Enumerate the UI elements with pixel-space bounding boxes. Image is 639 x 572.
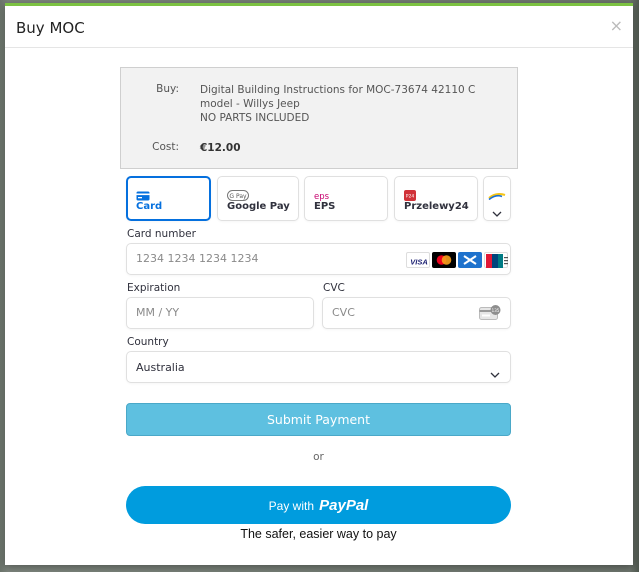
tab-card[interactable]: Card <box>126 176 211 221</box>
paypal-button[interactable]: Pay with PayPal <box>126 486 511 524</box>
cvc-card-icon: 135 <box>479 305 501 325</box>
buy-description: Digital Building Instructions for MOC-73… <box>200 83 510 125</box>
product-name: Digital Building Instructions for MOC-73… <box>200 84 476 110</box>
card-number-label: Card number <box>127 228 196 240</box>
order-summary: Buy: Digital Building Instructions for M… <box>120 67 518 169</box>
amex-logo <box>458 252 482 268</box>
tab-eps-label: EPS <box>314 201 336 212</box>
eps-icon-text: eps <box>314 192 330 201</box>
chevron-down-icon <box>492 202 502 221</box>
cost-value: €12.00 <box>200 142 241 154</box>
tab-przelewy24-label: Przelewy24 <box>404 201 469 212</box>
visa-logo: VISA <box>406 252 430 268</box>
paypal-tagline: The safer, easier way to pay <box>240 527 397 541</box>
more-methods-button[interactable] <box>483 176 511 221</box>
country-select[interactable]: Australia <box>126 351 511 383</box>
tab-eps[interactable]: eps EPS <box>304 176 388 221</box>
tab-card-label: Card <box>136 201 163 212</box>
paypal-logo-pay: Pay <box>319 497 346 514</box>
mastercard-logo <box>432 252 456 268</box>
country-selected-value: Australia <box>136 361 185 374</box>
close-button[interactable]: × <box>610 18 623 34</box>
card-brand-logos: VISA <box>406 252 508 268</box>
google-pay-icon-text: G Pay <box>229 193 247 200</box>
parts-note: NO PARTS INCLUDED <box>200 112 310 124</box>
cvc-input[interactable] <box>332 306 445 319</box>
or-divider-text: or <box>313 451 324 463</box>
buy-label: Buy: <box>156 83 179 95</box>
paypal-button-content: Pay with PayPal <box>126 496 511 514</box>
tab-google-pay-label: Google Pay <box>227 201 290 212</box>
expiration-field[interactable] <box>126 297 314 329</box>
paypal-logo: PayPal <box>319 497 368 514</box>
tab-google-pay[interactable]: G Pay Google Pay <box>217 176 299 221</box>
modal-title: Buy MOC <box>16 19 85 37</box>
p24-icon-text: P24 <box>406 194 415 200</box>
modal-header: Buy MOC × <box>5 6 633 48</box>
paypal-logo-pal: Pal <box>345 497 369 514</box>
unionpay-logo <box>484 252 508 268</box>
paypal-pay-with-text: Pay with <box>268 499 315 513</box>
cvc-icon-text: 135 <box>492 308 500 313</box>
cvc-field[interactable]: 135 <box>322 297 511 329</box>
visa-logo-text: VISA <box>410 258 428 267</box>
cost-label: Cost: <box>152 141 179 153</box>
submit-payment-button[interactable]: Submit Payment <box>126 403 511 436</box>
card-number-field[interactable]: VISA <box>126 243 511 275</box>
expiration-input[interactable] <box>136 306 285 319</box>
chevron-down-icon <box>490 363 500 382</box>
expiration-label: Expiration <box>127 282 181 294</box>
cvc-label: CVC <box>323 282 345 294</box>
tab-przelewy24[interactable]: P24 Przelewy24 <box>394 176 478 221</box>
country-label: Country <box>127 336 169 348</box>
buy-moc-modal: Buy MOC × Buy: Digital Building Instruct… <box>5 3 633 565</box>
card-number-input[interactable] <box>136 252 443 265</box>
